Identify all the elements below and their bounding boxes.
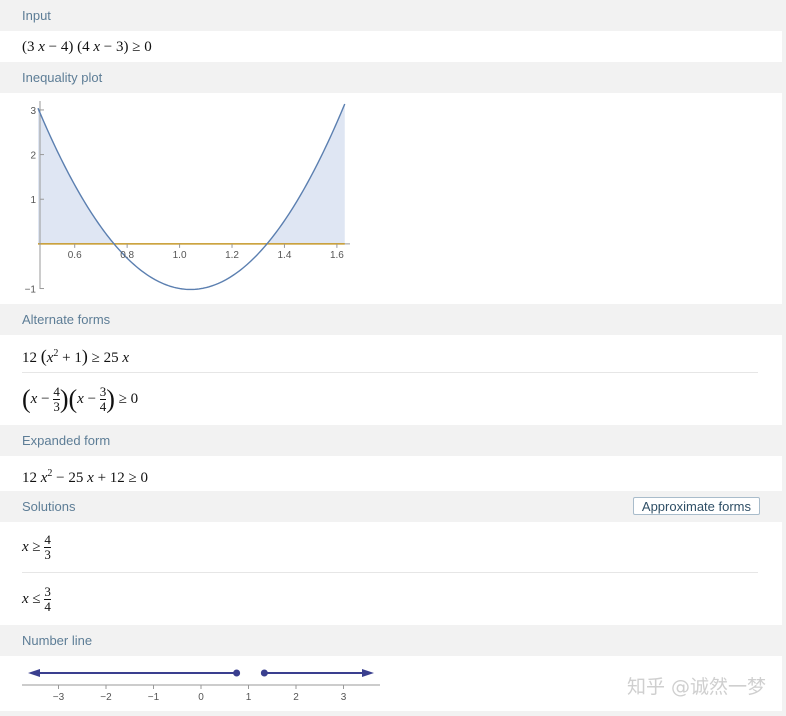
number-line-tick-label: 3 <box>341 692 347 703</box>
solutions-pod: x ≥ 43 x ≤ 34 <box>0 522 782 625</box>
right-arrow-icon <box>362 669 374 677</box>
alt2-paren: ( <box>22 384 31 414</box>
alt1-part: 12 <box>22 350 41 366</box>
expanded-var: x <box>87 470 94 486</box>
plot-pod-title: Inequality plot <box>0 62 786 93</box>
expanded-part: + 12 ≥ 0 <box>93 470 149 486</box>
alt2-paren: )( <box>59 384 78 414</box>
solution-var: x <box>22 591 29 607</box>
number-line-tick-label: −1 <box>148 692 160 703</box>
expanded-part: − 25 <box>52 470 88 486</box>
alt2-part: ≥ 0 <box>114 391 139 407</box>
solution-2: x ≤ 34 <box>0 573 782 625</box>
expanded-expression: 12 x2 − 25 x + 12 ≥ 0 <box>0 468 149 486</box>
x-tick-label: 1.4 <box>278 250 292 261</box>
x-tick-label: 0.8 <box>120 250 134 261</box>
shaded-region-right <box>266 104 345 244</box>
number-line-tick-label: 2 <box>293 692 299 703</box>
alt1-part: ≥ 25 <box>87 350 123 366</box>
y-tick-label: −1 <box>25 285 37 296</box>
solution-relation: ≥ <box>28 539 45 555</box>
number-line-tick-label: 0 <box>198 692 204 703</box>
solution-1: x ≥ 43 <box>0 522 782 572</box>
shaded-region-left <box>38 108 115 244</box>
number-line-tick-label: 1 <box>246 692 252 703</box>
alt1-part: + 1 <box>58 350 82 366</box>
alternate-forms-title: Alternate forms <box>0 304 786 335</box>
plot-pod: 0.6 0.8 1.0 1.2 1.4 1.6 3 2 1 −1 <box>0 93 782 304</box>
alt1-var: x <box>122 350 130 366</box>
alt2-part: − <box>83 391 100 407</box>
y-tick-label: 2 <box>30 151 36 162</box>
closed-point-right <box>260 669 268 677</box>
solution-relation: ≤ <box>28 591 45 607</box>
alt2-var: x <box>77 391 84 407</box>
curve <box>37 103 346 291</box>
y-tick-label: 3 <box>30 106 36 117</box>
solutions-title-text: Solutions <box>22 499 76 514</box>
input-expr-part: − 4) (4 <box>44 39 94 55</box>
solutions-title: Solutions Approximate forms <box>0 491 786 522</box>
left-arrow-icon <box>28 669 40 677</box>
x-tick-label: 1.6 <box>330 250 344 261</box>
input-expr-part: − 3) ≥ 0 <box>100 39 152 55</box>
closed-point-left <box>233 669 241 677</box>
expanded-form-pod: 12 x2 − 25 x + 12 ≥ 0 <box>0 456 782 491</box>
expanded-form-title: Expanded form <box>0 425 786 456</box>
input-expression: (3 x − 4) (4 x − 3) ≥ 0 <box>0 39 152 55</box>
input-pod-title: Input <box>0 0 786 31</box>
y-tick-label: 1 <box>30 195 36 206</box>
number-line-title: Number line <box>0 625 786 656</box>
solution-var: x <box>22 539 29 555</box>
alternate-form-2: (x − 4 3)(x − 3 4) ≥ 0 <box>0 373 782 425</box>
alternate-forms-pod: 12 (x2 + 1) ≥ 25 x (x − 4 3)(x − 3 4) ≥ 0 <box>0 335 782 425</box>
number-line-tick-label: −3 <box>53 692 65 703</box>
input-expr-var: x <box>38 39 45 55</box>
approximate-forms-button[interactable]: Approximate forms <box>632 497 760 515</box>
alternate-form-1: 12 (x2 + 1) ≥ 25 x <box>0 335 782 372</box>
x-tick-label: 0.6 <box>68 250 82 261</box>
input-pod: (3 x − 4) (4 x − 3) ≥ 0 <box>0 31 782 62</box>
x-tick-label: 1.2 <box>225 250 239 261</box>
solution-fraction: 43 <box>44 532 51 563</box>
number-line: −3 −2 −1 0 1 2 3 <box>22 669 380 703</box>
number-line-tick-label: −2 <box>100 692 112 703</box>
watermark: 知乎 @诚然一梦 <box>626 676 766 698</box>
solution-fraction: 34 <box>44 584 51 615</box>
alt2-paren: ) <box>106 384 115 414</box>
x-tick-label: 1.0 <box>173 250 187 261</box>
alt2-part: − <box>37 391 54 407</box>
expanded-part: 12 <box>22 470 41 486</box>
inequality-plot: 0.6 0.8 1.0 1.2 1.4 1.6 3 2 1 −1 <box>25 101 350 296</box>
input-expr-part: (3 <box>22 39 39 55</box>
